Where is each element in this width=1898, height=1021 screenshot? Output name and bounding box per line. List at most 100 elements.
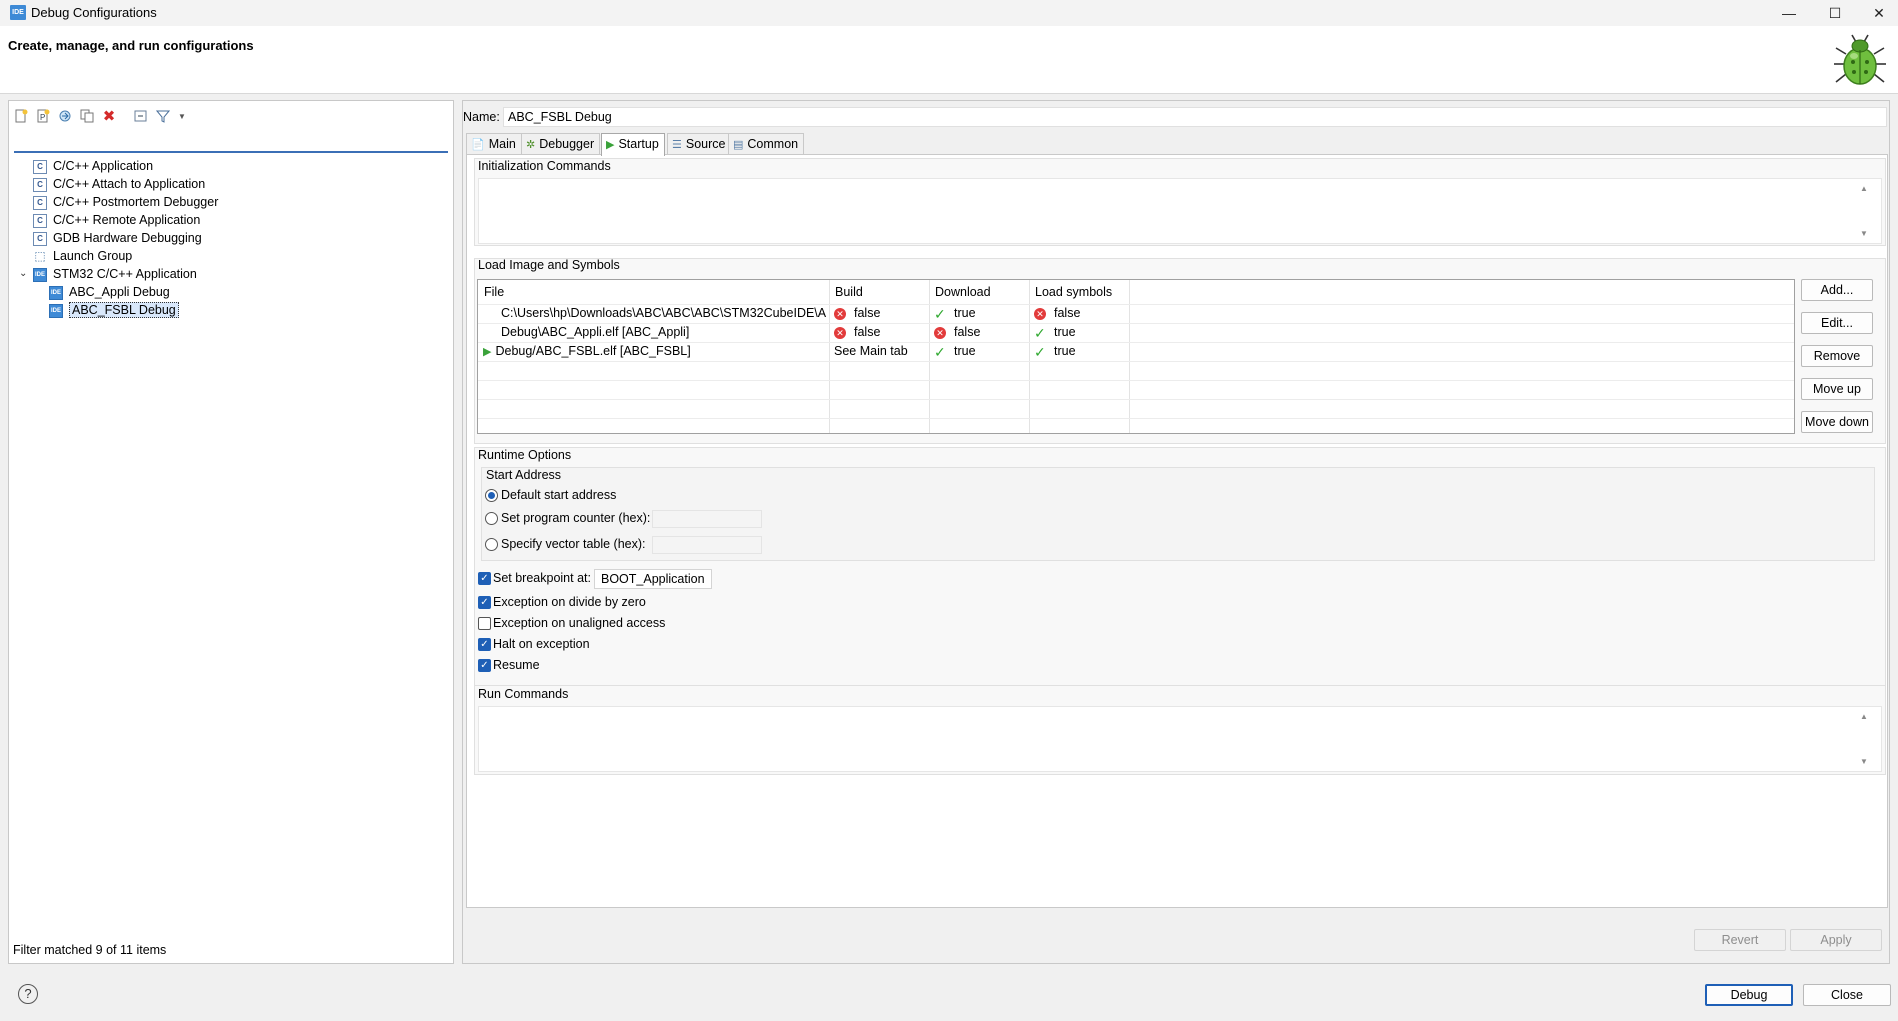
table-row-file[interactable]: C:\Users\hp\Downloads\ABC\ABC\ABC\STM32C…: [501, 304, 827, 323]
breakpoint-input[interactable]: BOOT_Application: [594, 569, 712, 589]
tree-item-launch-group[interactable]: ⬚ Launch Group: [33, 247, 132, 265]
error-x-icon: ✕: [934, 326, 946, 339]
tree-item-cpp-postmortem[interactable]: C C/C++ Postmortem Debugger: [33, 193, 218, 211]
table-row-download[interactable]: ✕ false: [934, 323, 980, 342]
duplicate-icon[interactable]: [79, 109, 95, 125]
config-name-input[interactable]: [503, 107, 1887, 127]
maximize-button[interactable]: ☐: [1812, 2, 1858, 24]
specify-vector-table-label: Specify vector table (hex):: [501, 537, 646, 551]
common-tab-icon: ▤: [733, 139, 744, 151]
error-x-icon: ✕: [834, 326, 846, 339]
tab-source[interactable]: ☰ Source: [667, 133, 732, 155]
table-row-download[interactable]: ✓ true: [934, 304, 976, 323]
filter-icon[interactable]: [155, 109, 171, 125]
tab-common[interactable]: ▤ Common: [728, 133, 805, 155]
help-icon[interactable]: ?: [18, 984, 38, 1004]
set-breakpoint-label: Set breakpoint at:: [493, 571, 591, 585]
table-row-symbols[interactable]: ✕ false: [1034, 304, 1080, 323]
filter-status: Filter matched 9 of 11 items: [13, 943, 167, 957]
set-program-counter-radio[interactable]: [485, 512, 498, 525]
source-tab-icon: ☰: [672, 139, 682, 151]
table-row-build[interactable]: See Main tab: [834, 342, 908, 361]
debugger-tab-icon: ✲: [526, 139, 536, 151]
tree-item-stm32-application[interactable]: ⌄ IDE STM32 C/C++ Application: [9, 265, 197, 283]
delete-icon[interactable]: ✖: [101, 109, 117, 125]
checkmark-icon: ✓: [934, 343, 946, 360]
name-label: Name:: [463, 110, 500, 124]
tree-item-cpp-remote[interactable]: C C/C++ Remote Application: [33, 211, 200, 229]
startup-tab-icon: ▶: [606, 139, 615, 151]
tree-item-cpp-application[interactable]: C C/C++ Application: [33, 157, 153, 175]
scroll-down-arrow-icon[interactable]: ▼: [1860, 229, 1868, 238]
tree-item-gdb-hardware[interactable]: C GDB Hardware Debugging: [33, 229, 202, 247]
table-row-file[interactable]: Debug\ABC_Appli.elf [ABC_Appli]: [501, 323, 827, 342]
error-x-icon: ✕: [834, 307, 846, 320]
table-row-symbols[interactable]: ✓ true: [1034, 323, 1076, 342]
table-row-download[interactable]: ✓ true: [934, 342, 976, 361]
close-button[interactable]: Close: [1803, 984, 1891, 1006]
halt-on-exception-checkbox[interactable]: ✓: [478, 638, 491, 651]
column-header-build[interactable]: Build: [829, 280, 863, 304]
close-window-button[interactable]: ✕: [1856, 2, 1898, 24]
collapse-all-icon[interactable]: [133, 109, 149, 125]
c-config-icon: C: [33, 177, 47, 192]
dropdown-arrow-icon[interactable]: ▼: [177, 109, 187, 125]
exception-unaligned-access-checkbox[interactable]: [478, 617, 491, 630]
tab-main[interactable]: 📄 Main: [466, 133, 522, 155]
new-prototype-icon[interactable]: P: [35, 109, 51, 125]
main-tab-icon: 📄: [471, 139, 485, 151]
chevron-down-icon[interactable]: ⌄: [19, 265, 31, 283]
exception-divide-by-zero-checkbox[interactable]: ✓: [478, 596, 491, 609]
run-commands-textarea[interactable]: [478, 706, 1882, 772]
apply-button[interactable]: Apply: [1790, 929, 1882, 951]
column-header-download[interactable]: Download: [929, 280, 991, 304]
scroll-down-arrow-icon[interactable]: ▼: [1860, 757, 1868, 766]
dialog-subtitle: Create, manage, and run configurations: [8, 38, 254, 53]
tree-item-cpp-attach[interactable]: C C/C++ Attach to Application: [33, 175, 205, 193]
column-header-file[interactable]: File: [478, 280, 504, 304]
svg-text:P: P: [40, 113, 45, 122]
run-commands-label: Run Commands: [478, 687, 569, 701]
default-start-address-radio[interactable]: [485, 489, 498, 502]
minimize-button[interactable]: —: [1766, 2, 1812, 24]
tab-debugger[interactable]: ✲ Debugger: [521, 133, 601, 155]
table-row-build[interactable]: ✕ false: [834, 304, 880, 323]
export-icon[interactable]: [57, 109, 73, 125]
scroll-up-arrow-icon[interactable]: ▲: [1860, 712, 1868, 721]
table-row-file[interactable]: ▶ Debug/ABC_FSBL.elf [ABC_FSBL]: [483, 342, 827, 361]
resume-label: Resume: [493, 658, 540, 672]
ide-config-icon: IDE: [49, 285, 63, 300]
table-row-build[interactable]: ✕ false: [834, 323, 880, 342]
filter-input[interactable]: [14, 131, 448, 153]
column-header-load-symbols[interactable]: Load symbols: [1029, 280, 1112, 304]
specify-vector-table-radio[interactable]: [485, 538, 498, 551]
debug-button[interactable]: Debug: [1705, 984, 1793, 1006]
move-down-button[interactable]: Move down: [1801, 411, 1873, 433]
ide-config-icon: IDE: [33, 267, 47, 282]
runtime-options-label: Runtime Options: [478, 448, 572, 462]
app-icon: IDE: [10, 5, 26, 20]
dialog-header: Create, manage, and run configurations: [0, 26, 1898, 94]
load-image-table[interactable]: File Build Download Load symbols C:\User…: [477, 279, 1795, 434]
edit-button[interactable]: Edit...: [1801, 312, 1873, 334]
add-button[interactable]: Add...: [1801, 279, 1873, 301]
default-start-address-label: Default start address: [501, 488, 617, 502]
tab-startup[interactable]: ▶ Startup: [601, 133, 665, 156]
remove-button[interactable]: Remove: [1801, 345, 1873, 367]
checkmark-icon: ✓: [1034, 324, 1046, 341]
launch-group-icon: ⬚: [34, 248, 46, 263]
vector-table-input: [652, 536, 762, 554]
halt-on-exception-label: Halt on exception: [493, 637, 590, 651]
table-row-symbols[interactable]: ✓ true: [1034, 342, 1076, 361]
tree-item-abc-appli-debug[interactable]: IDE ABC_Appli Debug: [49, 283, 170, 301]
revert-button[interactable]: Revert: [1694, 929, 1786, 951]
init-commands-textarea[interactable]: [478, 178, 1882, 244]
move-up-button[interactable]: Move up: [1801, 378, 1873, 400]
new-config-icon[interactable]: [13, 109, 29, 125]
resume-checkbox[interactable]: ✓: [478, 659, 491, 672]
tree-item-abc-fsbl-debug[interactable]: IDE ABC_FSBL Debug: [49, 301, 179, 319]
scroll-up-arrow-icon[interactable]: ▲: [1860, 184, 1868, 193]
error-x-icon: ✕: [1034, 307, 1046, 320]
checkmark-icon: ✓: [1034, 343, 1046, 360]
set-breakpoint-checkbox[interactable]: ✓: [478, 572, 491, 585]
